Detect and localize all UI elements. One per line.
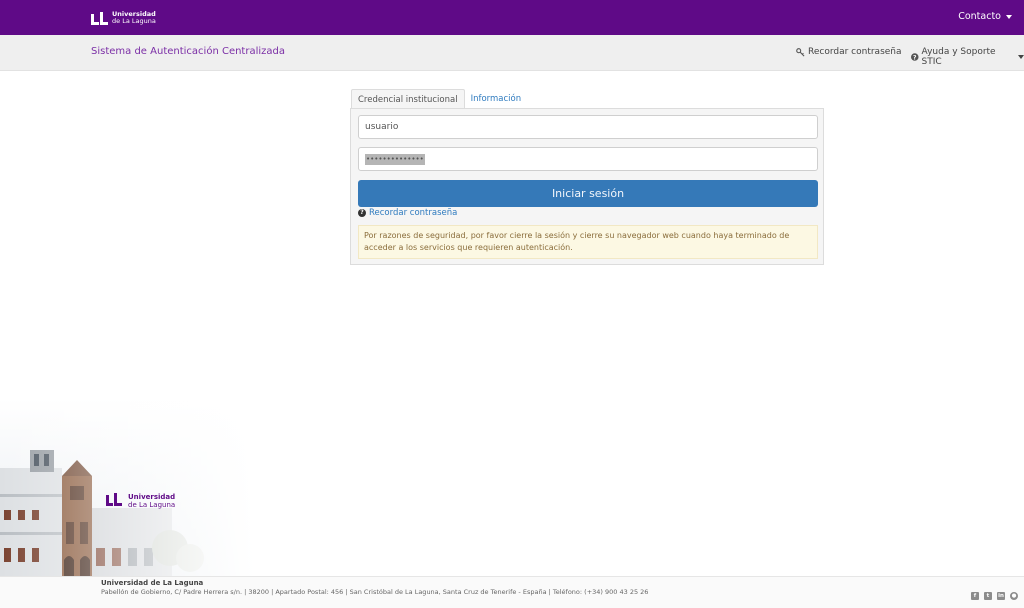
linkedin-icon[interactable]: in [997,592,1005,600]
tab-information[interactable]: Información [465,89,528,109]
help-support-dropdown[interactable]: ? Ayuda y Soporte STIC [911,47,1024,67]
recover-password-link[interactable]: Recordar contraseña [796,47,902,57]
question-circle-icon: ? [911,53,919,61]
caret-down-icon [1018,55,1024,59]
login-panel: usuario •••••••••••••• Iniciar sesión ? … [350,108,824,265]
logo-line2: de La Laguna [112,17,156,25]
university-building-illustration [0,398,300,576]
globe-icon[interactable]: ● [1010,592,1018,600]
key-icon [796,47,805,56]
system-title[interactable]: Sistema de Autenticación Centralizada [91,46,285,57]
sub-navbar: Sistema de Autenticación Centralizada Re… [0,35,1024,71]
university-logo[interactable]: Universidad de La Laguna [91,11,156,25]
watermark-logo-text: Universidad de La Laguna [128,493,175,509]
caret-down-icon [1006,14,1012,19]
footer: Universidad de La Laguna Pabellón de Gob… [0,576,1024,608]
top-navbar: Universidad de La Laguna Contacto [0,0,1024,35]
ull-logo-icon [91,11,108,25]
forgot-password-link[interactable]: ? Recordar contraseña [358,208,457,218]
tab-institutional-credential[interactable]: Credencial institucional [351,89,465,109]
password-input[interactable]: •••••••••••••• [358,147,818,171]
logo-text: Universidad de La Laguna [112,11,156,25]
footer-address: Pabellón de Gobierno, C/ Padre Herrera s… [101,588,649,596]
recover-password-label: Recordar contraseña [808,47,902,57]
help-support-label: Ayuda y Soporte STIC [921,47,996,67]
contact-label: Contacto [958,11,1001,22]
password-value: •••••••••••••• [365,154,425,165]
twitter-icon[interactable]: t [984,592,992,600]
svg-text:?: ? [913,54,917,61]
security-notice: Por razones de seguridad, por favor cier… [358,225,818,259]
facebook-icon[interactable]: f [971,592,979,600]
username-value: usuario [365,122,399,132]
footer-institution: Universidad de La Laguna [101,579,204,587]
login-tabs: Credencial institucional Información [351,89,527,109]
forgot-password-label: Recordar contraseña [369,208,458,218]
watermark-logo-line1: Universidad [128,493,176,501]
watermark-logo-line2: de La Laguna [128,501,176,509]
login-button[interactable]: Iniciar sesión [358,180,818,207]
username-input[interactable]: usuario [358,115,818,139]
question-circle-icon: ? [358,209,366,217]
social-links: f t in ● [966,592,1018,600]
contact-dropdown[interactable]: Contacto [958,11,1012,22]
